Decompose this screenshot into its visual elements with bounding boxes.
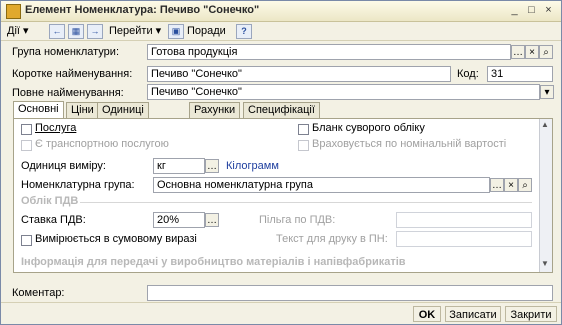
short-name-field[interactable]: Печиво "Сонечко" — [147, 66, 451, 82]
vertical-scrollbar[interactable]: ▲ ▼ — [539, 119, 552, 272]
close-window-button[interactable]: × — [541, 3, 556, 18]
goto-menu[interactable]: Перейти ▾ — [109, 23, 161, 39]
sum-expr-label: Вимірюється в сумовому виразі — [35, 233, 197, 245]
tab-specifications[interactable]: Специфікації — [243, 102, 320, 118]
back-arrow-icon[interactable]: ← — [49, 24, 65, 39]
main-tab-panel: Послуга Є транспортною послугою Бланк су… — [13, 118, 553, 273]
unit-full-name: Кілограмм — [226, 160, 279, 172]
vat-rate-label: Ставка ПДВ: — [21, 214, 86, 226]
title-bar: Елемент Номенклатура: Печиво "Сонечко" _… — [1, 1, 561, 22]
actions-menu[interactable]: Дії ▾ — [7, 23, 29, 39]
chevron-down-icon: ▾ — [19, 25, 29, 37]
vat-rate-field[interactable]: 20% — [153, 212, 205, 228]
unit-field[interactable]: кг — [153, 158, 205, 174]
question-icon[interactable]: ? — [236, 24, 252, 39]
service-checkbox[interactable] — [21, 124, 32, 135]
tab-accounts[interactable]: Рахунки — [189, 102, 241, 118]
vat-benefit-label: Пільга по ПДВ: — [259, 214, 336, 226]
code-field[interactable]: 31 — [487, 66, 553, 82]
nominal-label: Враховується по номінальній вартості — [312, 138, 507, 150]
maximize-button[interactable]: □ — [524, 3, 539, 18]
book-icon: ▣ — [168, 24, 184, 39]
divider — [1, 302, 561, 303]
help-tips-button[interactable]: Поради — [187, 23, 226, 39]
minimize-button[interactable]: _ — [507, 3, 522, 18]
vat-section-title: Облік ПДВ — [21, 195, 79, 207]
group-field[interactable]: Готова продукція — [147, 44, 511, 60]
window-title: Елемент Номенклатура: Печиво "Сонечко" — [25, 4, 260, 16]
ellipsis-icon[interactable]: … — [511, 45, 525, 59]
clear-icon[interactable]: × — [525, 45, 539, 59]
comment-label: Коментар: — [12, 287, 65, 299]
catalog-icon — [6, 4, 21, 19]
group-label: Група номенклатури: — [12, 46, 119, 58]
tab-main[interactable]: Основні — [13, 101, 64, 119]
vat-benefit-field[interactable] — [396, 212, 532, 228]
ellipsis-icon[interactable]: … — [205, 213, 219, 227]
unit-label: Одиниця виміру: — [21, 160, 106, 172]
transport-label: Є транспортною послугою — [35, 138, 169, 150]
clear-icon[interactable]: × — [504, 178, 518, 192]
short-name-label: Коротке найменування: — [12, 68, 133, 80]
full-name-label: Повне найменування: — [12, 87, 124, 99]
goto-menu-label: Перейти — [109, 25, 153, 37]
scroll-up-icon[interactable]: ▲ — [541, 120, 549, 129]
actions-menu-label: Дії — [7, 25, 20, 37]
production-section-title: Інформація для передачі у виробництво ма… — [21, 256, 406, 268]
search-icon[interactable]: ⌕ — [539, 45, 553, 59]
service-label: Послуга — [35, 122, 77, 134]
strict-form-label: Бланк суворого обліку — [312, 122, 425, 134]
nom-group-field[interactable]: Основна номенклатурна група — [153, 177, 490, 193]
forward-arrow-icon[interactable]: → — [87, 24, 103, 39]
save-button[interactable]: Записати — [445, 306, 501, 322]
search-icon[interactable]: ⌕ — [518, 178, 532, 192]
ellipsis-icon[interactable]: … — [205, 159, 219, 173]
code-label: Код: — [457, 68, 479, 80]
full-name-field[interactable]: Печиво "Сонечко" — [147, 84, 540, 100]
print-text-label: Текст для друку в ПН: — [276, 233, 388, 245]
print-text-field[interactable] — [396, 231, 532, 247]
close-button[interactable]: Закрити — [505, 306, 557, 322]
transport-checkbox[interactable] — [21, 140, 32, 151]
chevron-down-icon: ▾ — [152, 25, 162, 37]
comment-field[interactable] — [147, 285, 553, 301]
strict-form-checkbox[interactable] — [298, 124, 309, 135]
item-window: Елемент Номенклатура: Печиво "Сонечко" _… — [0, 0, 562, 325]
tab-units[interactable]: Одиниці виміру — [97, 102, 149, 131]
chevron-down-icon[interactable]: ▾ — [540, 85, 554, 99]
ellipsis-icon[interactable]: … — [490, 178, 504, 192]
scroll-down-icon[interactable]: ▼ — [541, 259, 549, 268]
tab-prices[interactable]: Ціни — [66, 102, 99, 118]
nom-group-label: Номенклатурна група: — [21, 179, 135, 191]
nominal-checkbox[interactable] — [298, 140, 309, 151]
divider — [80, 202, 532, 203]
ok-button[interactable]: OK — [413, 306, 441, 322]
structure-icon[interactable]: ▦ — [68, 24, 84, 39]
toolbar: Дії ▾ ← ▦ → Перейти ▾ ▣ Поради ? — [1, 22, 561, 41]
sum-expr-checkbox[interactable] — [21, 235, 32, 246]
